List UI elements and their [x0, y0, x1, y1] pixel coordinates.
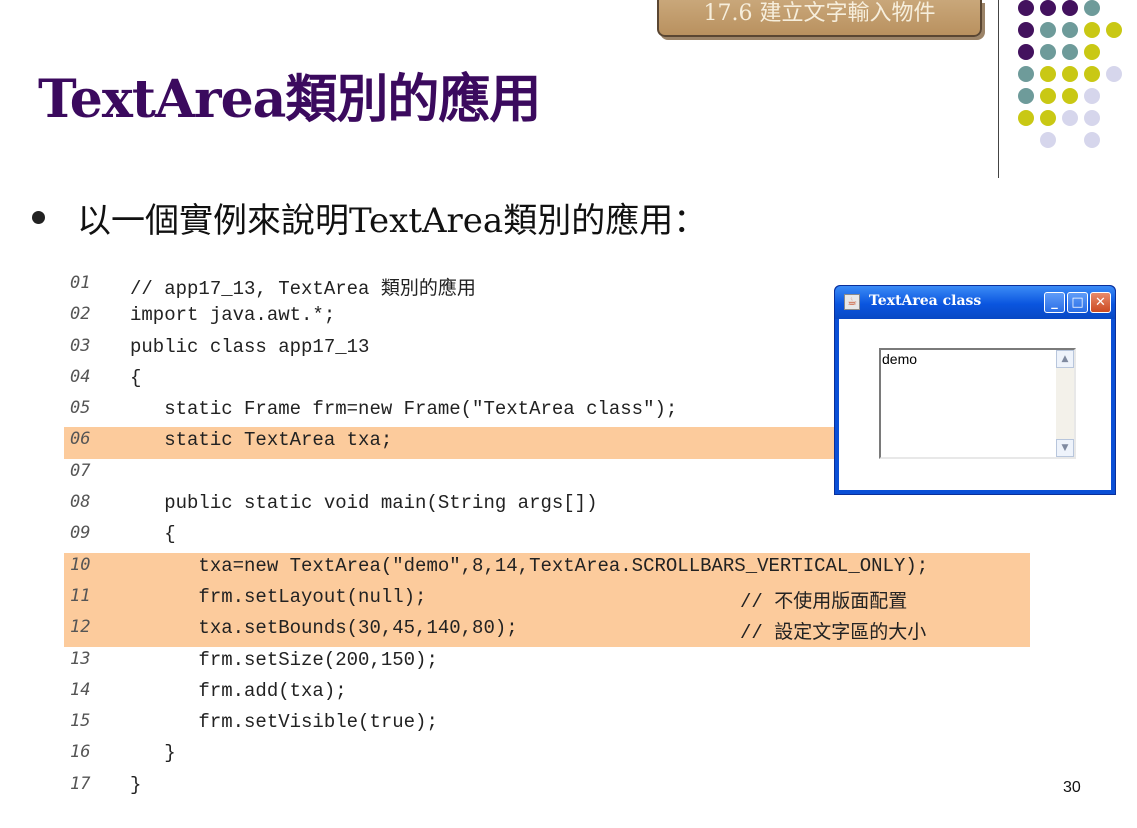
- line-number: 06: [70, 429, 91, 450]
- minimize-button[interactable]: _: [1044, 292, 1065, 313]
- code-text: frm.setLayout(null);: [130, 585, 427, 608]
- code-text: public class app17_13: [130, 335, 370, 358]
- decorative-dot: [1018, 44, 1034, 60]
- decorative-dot: [1062, 66, 1078, 82]
- code-text: frm.setSize(200,150);: [130, 648, 438, 671]
- code-line: 16 }: [64, 740, 1030, 771]
- decorative-dot: [1084, 110, 1100, 126]
- decorative-dot: [1084, 44, 1100, 60]
- line-number: 12: [70, 617, 91, 638]
- decorative-dot: [1062, 88, 1078, 104]
- textarea[interactable]: demo ▲ ▼: [879, 348, 1076, 459]
- code-text: frm.setVisible(true);: [130, 711, 438, 734]
- decorative-dot: [1062, 0, 1078, 16]
- decorative-dot: [1084, 0, 1100, 16]
- maximize-button[interactable]: □: [1067, 292, 1088, 313]
- window-client-area: demo ▲ ▼: [839, 319, 1111, 490]
- line-number: 16: [70, 742, 91, 763]
- code-comment: // 不使用版面配置: [740, 590, 908, 613]
- close-button[interactable]: ✕: [1090, 292, 1111, 313]
- decorative-dot: [1106, 66, 1122, 82]
- bullet-item: 以一個實例來說明TextArea類別的應用：: [32, 192, 707, 242]
- line-number: 08: [70, 492, 91, 513]
- code-text: }: [130, 742, 176, 765]
- code-text: import java.awt.*;: [130, 304, 336, 327]
- line-number: 02: [70, 304, 91, 325]
- decorative-dot: [1040, 22, 1056, 38]
- vertical-scrollbar[interactable]: ▲ ▼: [1056, 350, 1074, 457]
- decorative-dot: [1084, 88, 1100, 104]
- window-title: TextArea class: [869, 293, 982, 309]
- chevron-down-icon: ▼: [1061, 443, 1069, 453]
- decorative-dot: [1084, 66, 1100, 82]
- line-number: 15: [70, 711, 91, 732]
- decorative-dot: [1062, 22, 1078, 38]
- textarea-demo-window[interactable]: ☕ TextArea class _ □ ✕ demo ▲ ▼: [834, 285, 1116, 495]
- decorative-dot: [1084, 22, 1100, 38]
- code-text: }: [130, 773, 142, 796]
- decorative-dot: [1084, 132, 1100, 148]
- divider-line: [998, 0, 999, 178]
- line-number: 10: [70, 554, 91, 575]
- textarea-content[interactable]: demo: [882, 351, 917, 367]
- code-text: static Frame frm=new Frame("TextArea cla…: [130, 398, 678, 421]
- chevron-up-icon: ▲: [1061, 354, 1069, 364]
- line-number: 07: [70, 460, 91, 481]
- line-number: 09: [70, 523, 91, 544]
- bullet-text: 以一個實例來說明TextArea類別的應用：: [77, 200, 708, 241]
- line-number: 11: [70, 585, 91, 606]
- line-number: 03: [70, 335, 91, 356]
- decorative-dot: [1018, 0, 1034, 16]
- decorative-dot-grid: [1018, 0, 1133, 150]
- code-line: 09 {: [64, 521, 1030, 552]
- code-text: static TextArea txa;: [130, 429, 393, 452]
- decorative-dot: [1018, 22, 1034, 38]
- bullet-dot-icon: [32, 210, 45, 224]
- scroll-up-button[interactable]: ▲: [1056, 350, 1074, 368]
- code-line: 14 frm.add(txa);: [64, 678, 1030, 709]
- code-text: {: [130, 366, 142, 389]
- decorative-dot: [1040, 66, 1056, 82]
- code-text: {: [130, 523, 176, 546]
- java-cup-icon[interactable]: ☕: [844, 294, 860, 310]
- slide-title: TextArea類別的應用: [38, 69, 541, 130]
- code-text: public static void main(String args[]): [130, 492, 598, 515]
- code-line: 13 frm.setSize(200,150);: [64, 647, 1030, 678]
- decorative-dot: [1062, 44, 1078, 60]
- decorative-dot: [1040, 0, 1056, 16]
- minimize-icon: _: [1051, 295, 1058, 310]
- line-number: 17: [70, 773, 91, 794]
- decorative-dot: [1018, 110, 1034, 126]
- decorative-dot: [1018, 66, 1034, 82]
- code-text: frm.add(txa);: [130, 679, 347, 702]
- code-line: 11 frm.setLayout(null); // 不使用版面配置: [64, 583, 1030, 616]
- line-number: 04: [70, 366, 91, 387]
- page-number: 30: [1063, 779, 1081, 796]
- code-comment: // 設定文字區的大小: [740, 622, 927, 645]
- decorative-dot: [1040, 110, 1056, 126]
- scroll-down-button[interactable]: ▼: [1056, 439, 1074, 457]
- line-number: 14: [70, 679, 91, 700]
- code-text: // app17_13, TextArea 類別的應用: [130, 278, 476, 300]
- line-number: 05: [70, 398, 91, 419]
- close-icon: ✕: [1095, 295, 1106, 310]
- decorative-dot: [1040, 88, 1056, 104]
- code-line: 15 frm.setVisible(true);: [64, 709, 1030, 740]
- maximize-icon: □: [1071, 295, 1084, 310]
- code-text: txa.setBounds(30,45,140,80);: [130, 617, 518, 640]
- line-number: 13: [70, 648, 91, 669]
- decorative-dot: [1106, 22, 1122, 38]
- decorative-dot: [1040, 44, 1056, 60]
- code-line: 17}: [64, 772, 1030, 803]
- section-tab: 17.6 建立文字輸入物件: [657, 0, 982, 37]
- window-titlebar[interactable]: ☕ TextArea class _ □ ✕: [835, 286, 1115, 319]
- code-text: txa=new TextArea("demo",8,14,TextArea.SC…: [130, 554, 929, 577]
- decorative-dot: [1062, 110, 1078, 126]
- code-line: 12 txa.setBounds(30,45,140,80); // 設定文字區的…: [64, 615, 1030, 647]
- code-line: 10 txa=new TextArea("demo",8,14,TextArea…: [64, 552, 1030, 584]
- decorative-dot: [1040, 132, 1056, 148]
- decorative-dot: [1018, 88, 1034, 104]
- line-number: 01: [70, 273, 91, 293]
